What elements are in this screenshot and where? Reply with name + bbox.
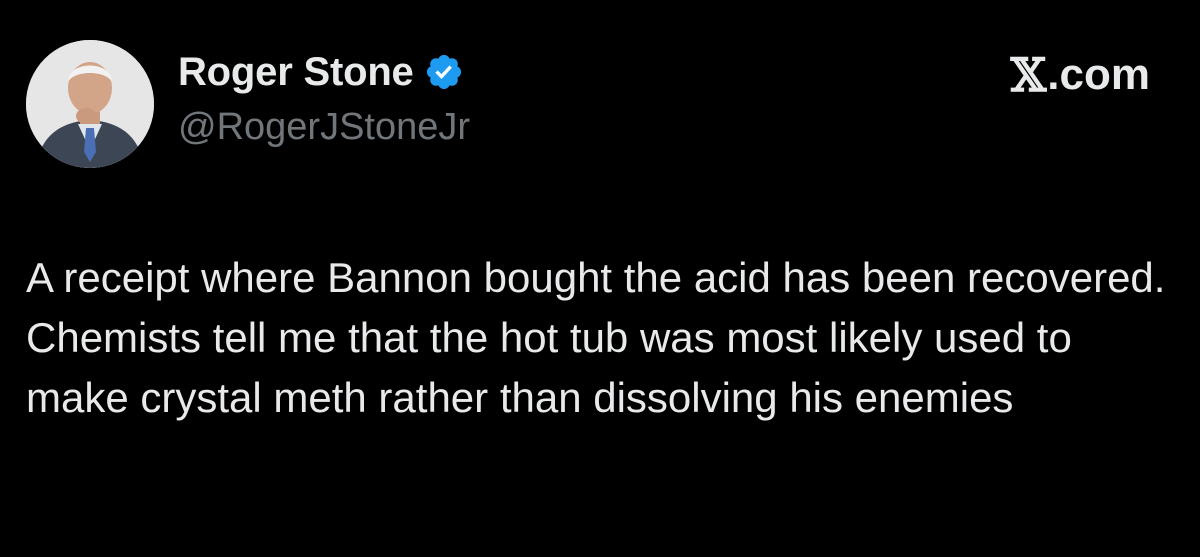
author-name-row: Roger Stone bbox=[178, 52, 464, 92]
tweet-body-text: A receipt where Bannon bought the acid h… bbox=[26, 254, 1166, 421]
x-logo-icon: 𝕏 bbox=[1010, 48, 1047, 102]
profile-photo-icon bbox=[26, 40, 154, 168]
author-handle[interactable]: @RogerJStoneJr bbox=[178, 108, 470, 146]
verified-badge-icon bbox=[424, 52, 464, 92]
author-display-name[interactable]: Roger Stone bbox=[178, 52, 414, 92]
brand-domain-label: .com bbox=[1047, 50, 1150, 99]
author-avatar[interactable] bbox=[26, 40, 154, 168]
x-com-logo: 𝕏 .com bbox=[1011, 52, 1150, 98]
tweet-card: Roger Stone @RogerJStoneJr 𝕏 .com A rece… bbox=[0, 0, 1200, 557]
